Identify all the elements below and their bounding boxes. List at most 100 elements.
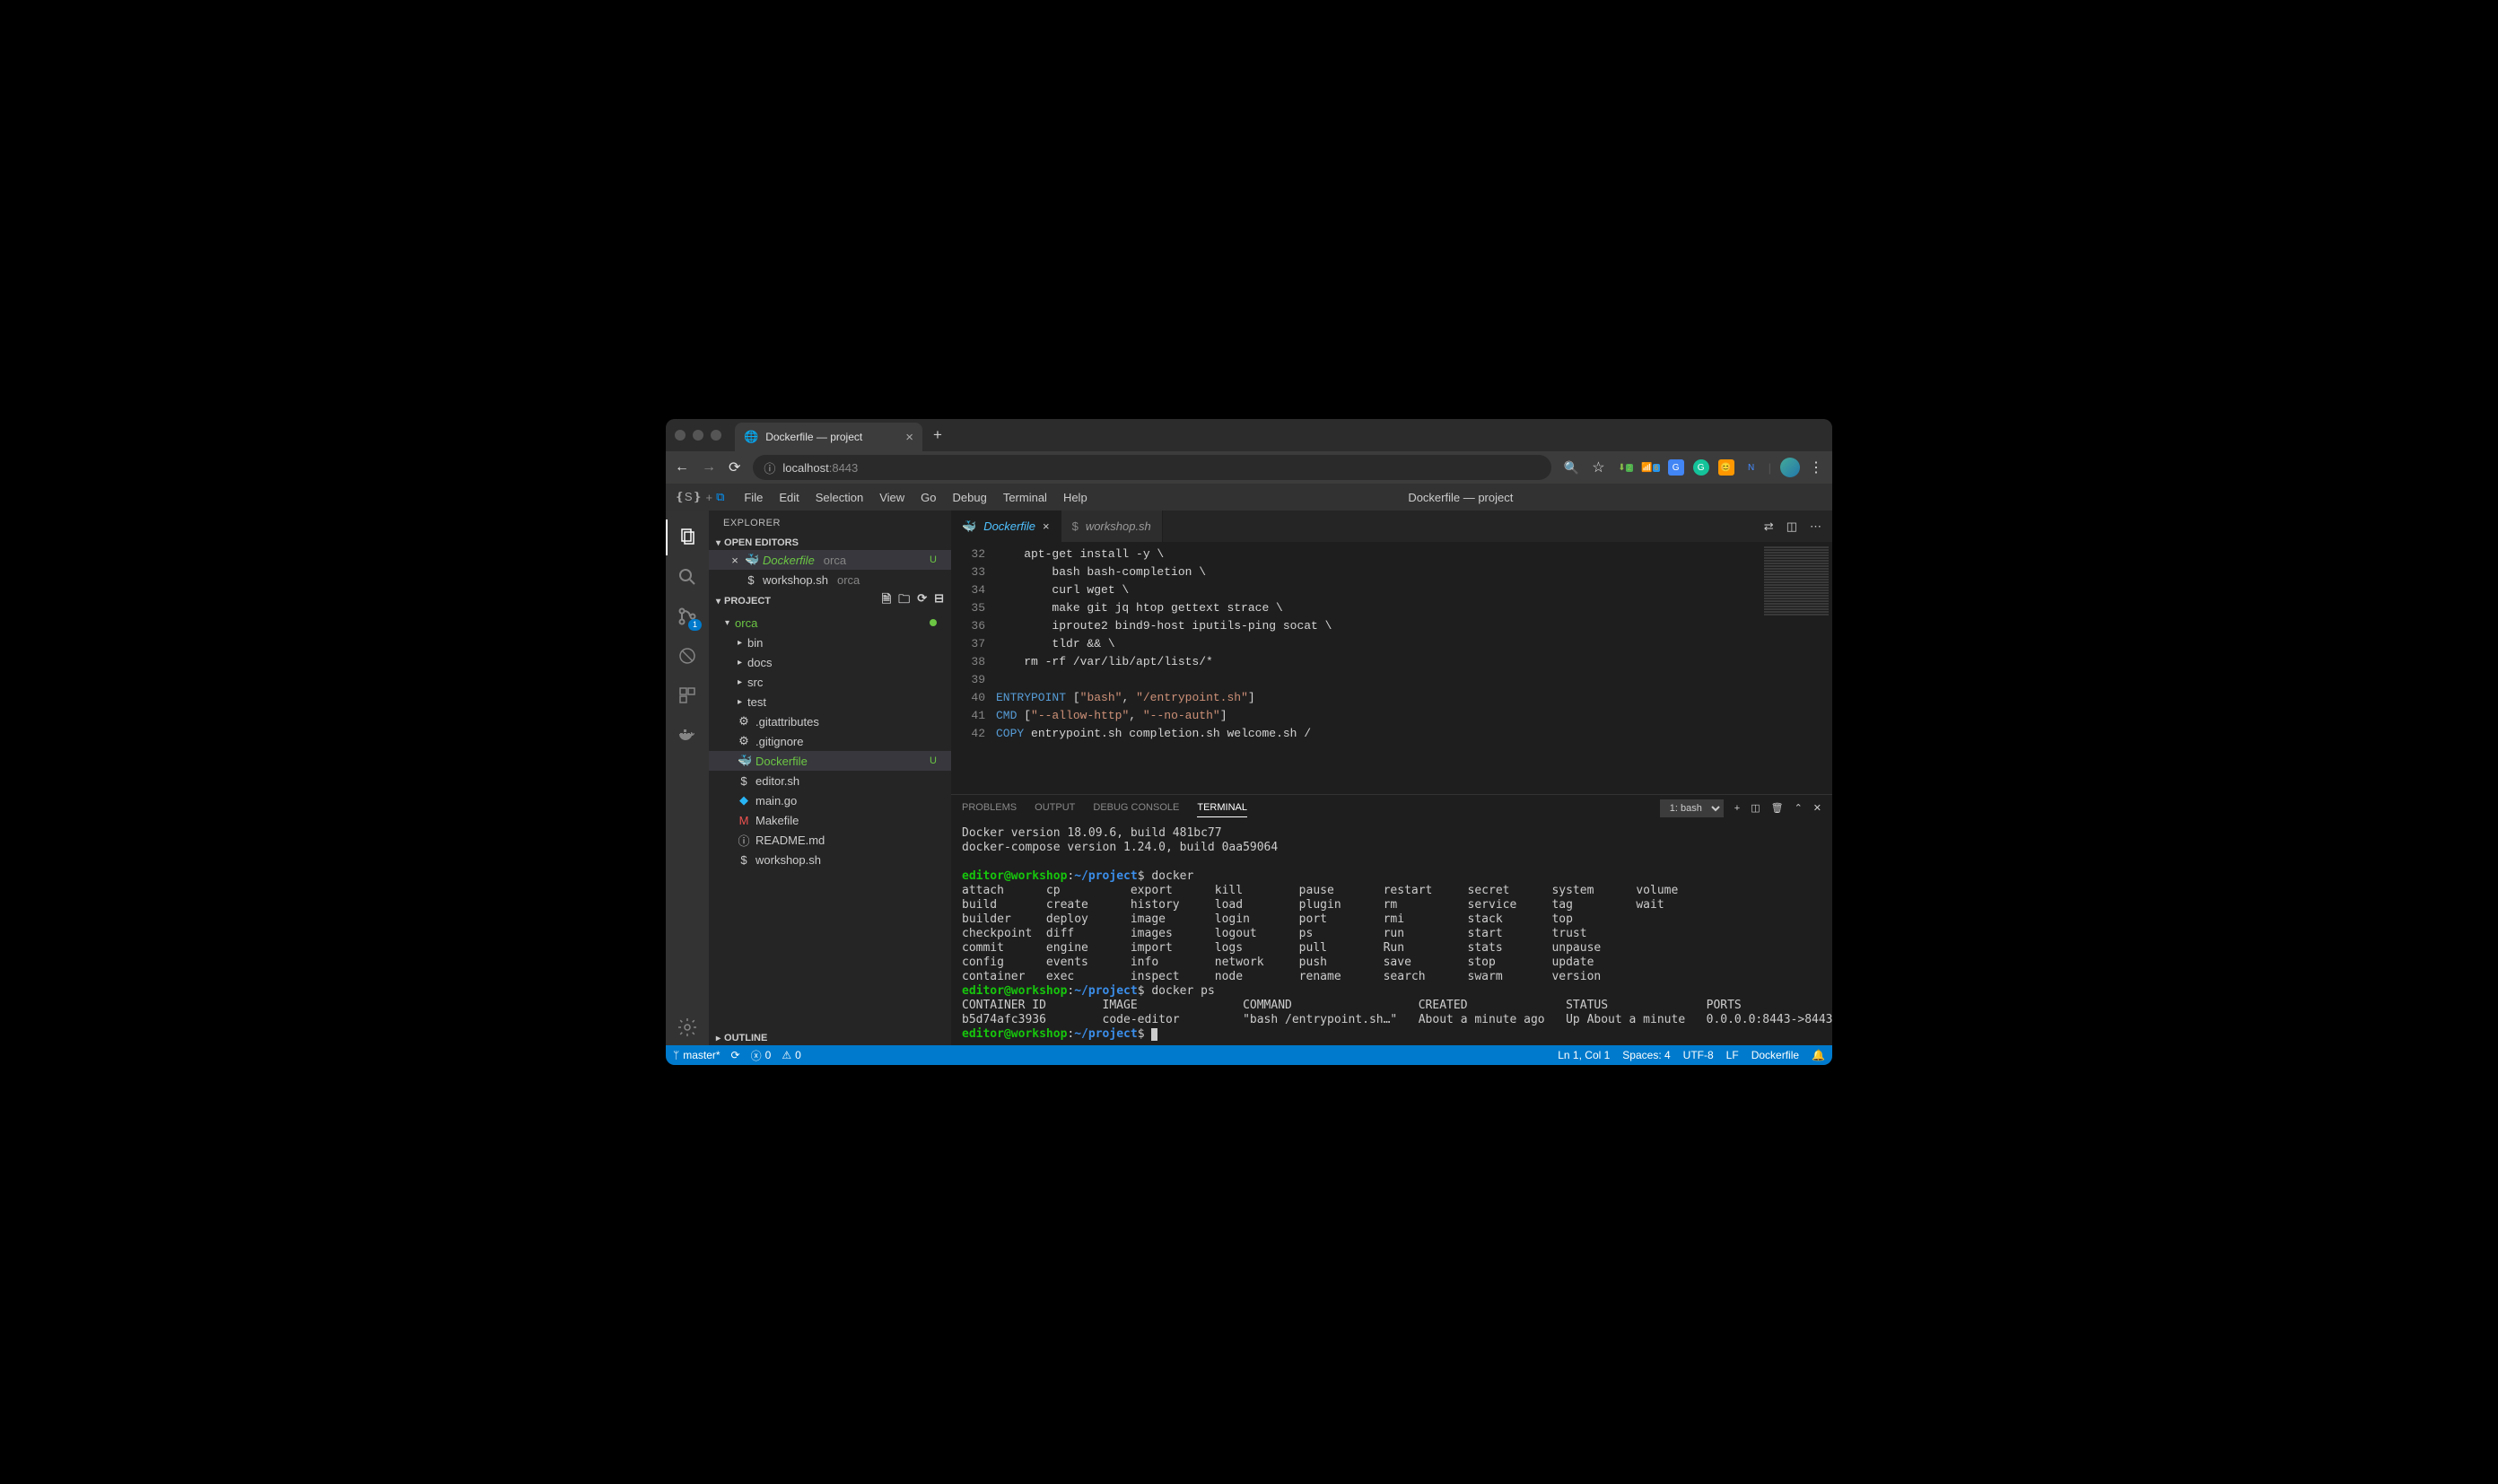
- menu-file[interactable]: File: [737, 487, 770, 508]
- menu-terminal[interactable]: Terminal: [996, 487, 1054, 508]
- file--gitattributes[interactable]: ⚙.gitattributes: [709, 711, 951, 731]
- folder-bin[interactable]: ▸bin: [709, 633, 951, 652]
- file-Makefile[interactable]: MMakefile: [709, 810, 951, 830]
- maximize-panel-icon[interactable]: ⌃: [1795, 802, 1803, 814]
- warnings-status[interactable]: ⚠ 0: [782, 1049, 800, 1061]
- zoom-icon[interactable]: 🔍: [1564, 460, 1579, 476]
- terminal-output[interactable]: Docker version 18.09.6, build 481bc77 do…: [951, 821, 1832, 1045]
- open-editor-item[interactable]: $workshop.shorca: [709, 570, 951, 589]
- folder-docs[interactable]: ▸docs: [709, 652, 951, 672]
- reload-button[interactable]: ⟳: [729, 458, 740, 476]
- close-tab-icon[interactable]: ×: [1043, 519, 1050, 533]
- close-window-icon[interactable]: [675, 430, 686, 441]
- split-terminal-icon[interactable]: ◫: [1751, 802, 1760, 814]
- line-numbers: 32 33 34 35 36 37 38 39 40 41 42: [951, 542, 996, 794]
- window-title: Dockerfile — project: [1098, 491, 1823, 504]
- minimap[interactable]: [1760, 542, 1832, 794]
- file-Dockerfile[interactable]: 🐳DockerfileU: [709, 751, 951, 771]
- window-controls[interactable]: [675, 430, 721, 441]
- browser-tab[interactable]: 🌐 Dockerfile — project ×: [735, 423, 922, 451]
- close-icon[interactable]: ×: [730, 554, 739, 567]
- address-bar[interactable]: ⓘ localhost:8443: [753, 455, 1550, 480]
- editor-tab-Dockerfile[interactable]: 🐳Dockerfile×: [951, 511, 1061, 542]
- settings-activity[interactable]: [666, 1009, 709, 1045]
- split-icon[interactable]: ◫: [1786, 519, 1797, 534]
- editor-tab-workshop-sh[interactable]: $workshop.sh: [1061, 511, 1163, 542]
- folder-src[interactable]: ▸src: [709, 672, 951, 692]
- new-file-icon[interactable]: 🗎: [882, 591, 891, 611]
- extension-icon[interactable]: N: [1743, 459, 1760, 476]
- editor-actions: ⇄ ◫ ⋯: [1764, 511, 1832, 542]
- file-workshop-sh[interactable]: $workshop.sh: [709, 850, 951, 869]
- minimize-window-icon[interactable]: [693, 430, 703, 441]
- collapse-icon[interactable]: ⊟: [934, 591, 944, 611]
- cursor-position[interactable]: Ln 1, Col 1: [1558, 1049, 1610, 1061]
- code-editor[interactable]: 32 33 34 35 36 37 38 39 40 41 42 apt-get…: [951, 542, 1832, 794]
- folder-orca[interactable]: ▾ orca: [709, 613, 951, 633]
- close-panel-icon[interactable]: ✕: [1813, 802, 1821, 814]
- extension-icon[interactable]: ⬇2: [1618, 459, 1634, 476]
- panel-tab-terminal[interactable]: TERMINAL: [1197, 799, 1247, 817]
- menu-go[interactable]: Go: [913, 487, 943, 508]
- file--gitignore[interactable]: ⚙.gitignore: [709, 731, 951, 751]
- maximize-window-icon[interactable]: [711, 430, 721, 441]
- panel-tab-problems[interactable]: PROBLEMS: [962, 799, 1017, 817]
- forward-button[interactable]: →: [702, 459, 716, 476]
- menu-view[interactable]: View: [872, 487, 912, 508]
- docker-activity[interactable]: [666, 717, 709, 753]
- menu-help[interactable]: Help: [1056, 487, 1095, 508]
- branch-status[interactable]: ᛘ master*: [673, 1049, 721, 1061]
- code-content[interactable]: apt-get install -y \ bash bash-completio…: [996, 542, 1760, 794]
- extension-icon[interactable]: G: [1668, 459, 1684, 476]
- file-README-md[interactable]: ⓘREADME.md: [709, 830, 951, 850]
- extension-icon[interactable]: 😊: [1718, 459, 1734, 476]
- file-icon: ⓘ: [738, 832, 750, 849]
- back-button[interactable]: ←: [675, 459, 689, 476]
- bookmark-icon[interactable]: ☆: [1592, 458, 1604, 476]
- extension-icon[interactable]: 📶6: [1643, 459, 1659, 476]
- panel-tab-debug-console[interactable]: DEBUG CONSOLE: [1093, 799, 1179, 817]
- profile-avatar[interactable]: [1780, 458, 1800, 477]
- status-bar: ᛘ master* ⟳ ⓧ 0 ⚠ 0 Ln 1, Col 1 Spaces: …: [666, 1045, 1832, 1065]
- chevron-right-icon: ▸: [716, 1034, 721, 1043]
- extension-icon[interactable]: G: [1693, 459, 1709, 476]
- open-editor-item[interactable]: ×🐳DockerfileorcaU: [709, 550, 951, 570]
- chevron-right-icon: ▸: [738, 697, 742, 707]
- file-icon: ⚙: [738, 714, 750, 729]
- site-info-icon[interactable]: ⓘ: [764, 459, 775, 476]
- new-terminal-icon[interactable]: +: [1734, 803, 1740, 814]
- folder-test[interactable]: ▸test: [709, 692, 951, 711]
- menu-icon[interactable]: ⋮: [1809, 458, 1823, 476]
- extensions-activity[interactable]: [666, 677, 709, 713]
- close-tab-icon[interactable]: ×: [905, 430, 913, 445]
- project-header[interactable]: ▾ PROJECT 🗎 🗀 ⟳ ⊟: [709, 589, 951, 613]
- outline-header[interactable]: ▸ OUTLINE: [709, 1031, 951, 1045]
- app-logo: ❴S❵+⧉: [675, 490, 724, 504]
- more-icon[interactable]: ⋯: [1810, 519, 1821, 534]
- indent-status[interactable]: Spaces: 4: [1622, 1049, 1670, 1061]
- debug-activity[interactable]: [666, 638, 709, 674]
- errors-status[interactable]: ⓧ 0: [751, 1048, 772, 1063]
- explorer-activity[interactable]: [666, 519, 709, 555]
- menu-edit[interactable]: Edit: [772, 487, 806, 508]
- menu-list: FileEditSelectionViewGoDebugTerminalHelp: [737, 487, 1094, 508]
- compare-icon[interactable]: ⇄: [1764, 519, 1774, 534]
- terminal-selector[interactable]: 1: bash: [1660, 799, 1724, 817]
- kill-terminal-icon[interactable]: 🗑: [1771, 802, 1784, 814]
- file-editor-sh[interactable]: $editor.sh: [709, 771, 951, 790]
- menu-debug[interactable]: Debug: [946, 487, 994, 508]
- search-activity[interactable]: [666, 559, 709, 595]
- refresh-icon[interactable]: ⟳: [917, 591, 927, 611]
- new-tab-button[interactable]: +: [933, 426, 942, 444]
- scm-activity[interactable]: 1: [666, 598, 709, 634]
- open-editors-header[interactable]: ▾ OPEN EDITORS: [709, 536, 951, 550]
- language-status[interactable]: Dockerfile: [1751, 1049, 1799, 1061]
- encoding-status[interactable]: UTF-8: [1683, 1049, 1714, 1061]
- notifications-icon[interactable]: 🔔: [1812, 1049, 1825, 1061]
- eol-status[interactable]: LF: [1726, 1049, 1739, 1061]
- file-main-go[interactable]: ◆main.go: [709, 790, 951, 810]
- new-folder-icon[interactable]: 🗀: [898, 591, 910, 611]
- panel-tab-output[interactable]: OUTPUT: [1035, 799, 1075, 817]
- sync-status[interactable]: ⟳: [731, 1049, 740, 1061]
- menu-selection[interactable]: Selection: [808, 487, 870, 508]
